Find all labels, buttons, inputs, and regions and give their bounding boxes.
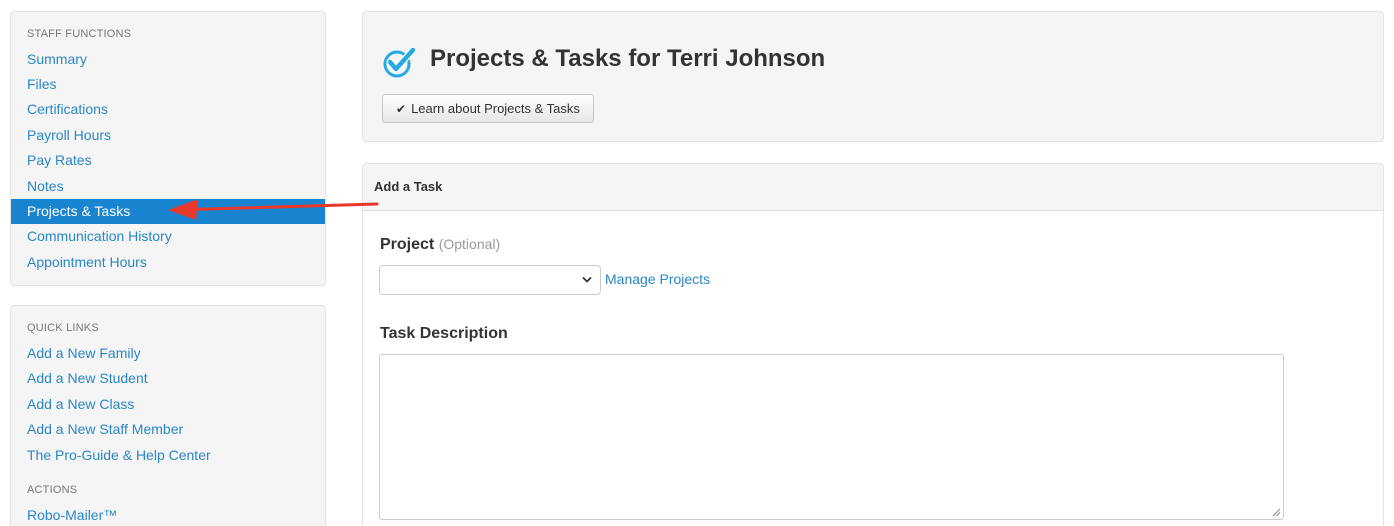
quick-link-add-class[interactable]: Add a New Class	[11, 392, 325, 417]
add-task-panel-header: Add a Task	[363, 164, 1383, 211]
project-optional-tag: (Optional)	[438, 236, 501, 252]
project-select[interactable]	[379, 265, 601, 295]
action-robo-mailer[interactable]: Robo-Mailer™	[11, 503, 325, 526]
resize-grip-icon[interactable]	[1271, 507, 1281, 517]
checkmark-icon: ✔	[396, 101, 407, 116]
learn-button-label: Learn about Projects & Tasks	[411, 101, 580, 116]
project-field-label: Project (Optional)	[380, 236, 500, 254]
staff-functions-heading: STAFF FUNCTIONS	[27, 28, 132, 40]
quick-link-pro-guide-help-center[interactable]: The Pro-Guide & Help Center	[11, 443, 325, 468]
learn-about-projects-tasks-button[interactable]: ✔ Learn about Projects & Tasks	[382, 94, 594, 123]
chevron-down-icon	[582, 277, 592, 283]
quick-link-add-staff-member[interactable]: Add a New Staff Member	[11, 417, 325, 442]
actions-heading: ACTIONS	[27, 484, 78, 496]
sidebar-item-appointment-hours[interactable]: Appointment Hours	[11, 250, 325, 275]
sidebar-item-payroll-hours[interactable]: Payroll Hours	[11, 123, 325, 148]
staff-functions-panel: STAFF FUNCTIONS Summary Files Certificat…	[10, 11, 326, 286]
quick-link-add-family[interactable]: Add a New Family	[11, 341, 325, 366]
add-task-panel: Add a Task Project (Optional) Manage Pro…	[362, 163, 1384, 526]
page-title: Projects & Tasks for Terri Johnson	[430, 45, 826, 72]
sidebar-item-communication-history[interactable]: Communication History	[11, 224, 325, 249]
sidebar-item-certifications[interactable]: Certifications	[11, 97, 325, 122]
sidebar-item-pay-rates[interactable]: Pay Rates	[11, 148, 325, 173]
manage-projects-link[interactable]: Manage Projects	[605, 271, 710, 287]
blue-checkmark-icon	[383, 46, 415, 78]
quick-link-add-student[interactable]: Add a New Student	[11, 366, 325, 391]
annotation-arrow-icon	[168, 199, 379, 220]
quick-links-panel: QUICK LINKS Add a New Family Add a New S…	[10, 305, 326, 526]
add-task-panel-title: Add a Task	[374, 179, 443, 194]
page: STAFF FUNCTIONS Summary Files Certificat…	[0, 0, 1394, 526]
task-description-label: Task Description	[380, 325, 508, 342]
quick-links-heading: QUICK LINKS	[27, 322, 99, 334]
task-description-textarea[interactable]	[379, 354, 1284, 520]
sidebar-item-summary[interactable]: Summary	[11, 47, 325, 72]
page-header-panel: Projects & Tasks for Terri Johnson ✔ Lea…	[362, 11, 1384, 142]
sidebar-item-files[interactable]: Files	[11, 72, 325, 97]
project-label-text: Project	[380, 236, 435, 253]
